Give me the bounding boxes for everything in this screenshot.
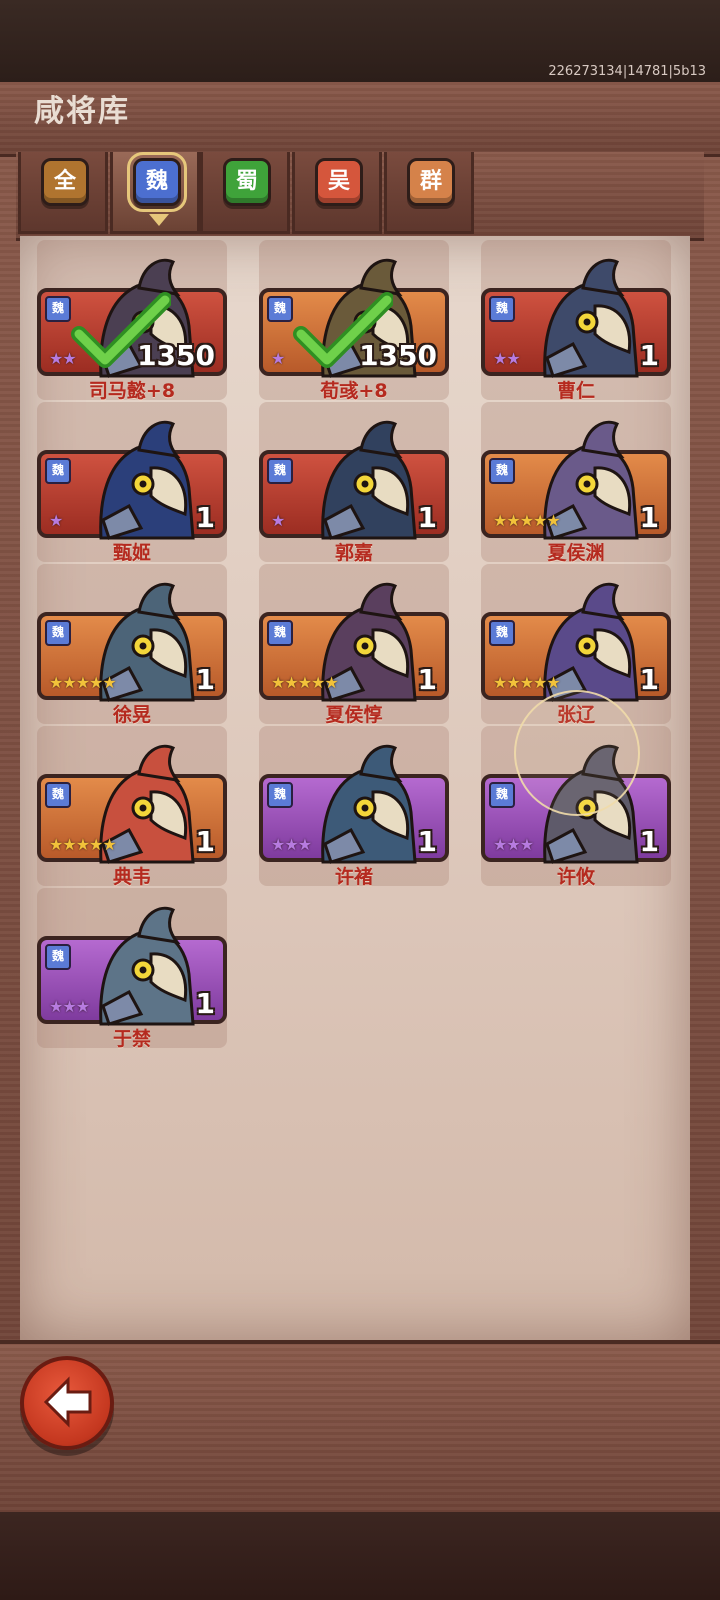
general-name: 于禁 [112, 1028, 151, 1050]
faction-tab-label: 吴 [315, 158, 363, 206]
faction-tab-label: 全 [41, 158, 89, 206]
back-arrow-icon [43, 1376, 92, 1428]
general-level: 1 [417, 501, 437, 534]
faction-badge: 魏 [45, 944, 71, 970]
general-name: 甄姬 [112, 542, 151, 564]
faction-tab-label: 群 [407, 158, 455, 206]
star-rating: ★★★★★ [493, 673, 561, 692]
star-rating: ★ [271, 511, 285, 530]
general-name: 荀彧+8 [320, 380, 388, 402]
faction-tab-1[interactable]: 魏 [110, 152, 200, 234]
faction-tab-label: 魏 [127, 152, 187, 212]
star-rating: ★★★★★ [49, 835, 117, 854]
general-level: 1 [639, 663, 659, 696]
general-card-frame: 魏 ★★★ 1 [37, 906, 227, 1026]
faction-badge: 魏 [489, 458, 515, 484]
general-portrait-icon [321, 744, 417, 864]
general-card-frame: 魏 ★★★★★ 1 [37, 582, 227, 702]
star-rating: ★★★★★ [493, 511, 561, 530]
general-card[interactable]: 魏 ★★★★★ 1 夏侯惇 [259, 564, 449, 726]
general-card[interactable]: 魏 ★★★★★ 1 典韦 [37, 726, 227, 888]
general-level: 1 [195, 987, 215, 1020]
general-name: 典韦 [112, 866, 151, 888]
general-portrait-icon [543, 258, 639, 378]
general-name: 夏侯渊 [547, 542, 605, 564]
star-rating: ★ [271, 349, 285, 368]
faction-badge: 魏 [267, 620, 293, 646]
faction-badge: 魏 [267, 458, 293, 484]
star-rating: ★★★★★ [271, 673, 339, 692]
general-card-frame: 魏 ★★★★★ 1 [481, 420, 671, 540]
general-level: 1350 [359, 339, 437, 372]
faction-badge: 魏 [489, 620, 515, 646]
general-card[interactable]: 魏 ★ 1 郭嘉 [259, 402, 449, 564]
general-level: 1 [639, 825, 659, 858]
general-card-frame: 魏 ★★ 1350 [37, 258, 227, 378]
star-rating: ★★★★★ [49, 673, 117, 692]
faction-tab-2[interactable]: 蜀 [200, 152, 290, 234]
footer-plank [0, 1340, 720, 1516]
active-tab-pointer [149, 214, 169, 226]
build-id: 226273134|14781|5b13 [548, 64, 706, 79]
general-level: 1 [195, 825, 215, 858]
general-name: 许褚 [334, 866, 373, 888]
general-name: 郭嘉 [334, 542, 373, 564]
general-name: 司马懿+8 [88, 380, 176, 402]
star-rating: ★★ [493, 349, 521, 368]
general-portrait-icon [99, 906, 195, 1026]
general-card-frame: 魏 ★★★★★ 1 [37, 744, 227, 864]
star-rating: ★★ [49, 349, 77, 368]
faction-tab-4[interactable]: 群 [384, 152, 474, 234]
faction-badge: 魏 [489, 782, 515, 808]
general-card[interactable]: 魏 ★★★★★ 1 徐晃 [37, 564, 227, 726]
general-card[interactable]: 魏 ★ 1 甄姬 [37, 402, 227, 564]
page-title: 咸将库 [34, 94, 130, 129]
general-card-frame: 魏 ★ 1350 [259, 258, 449, 378]
general-level: 1 [417, 663, 437, 696]
general-card[interactable]: 魏 ★★ 1350 司马懿+8 [37, 240, 227, 402]
bottom-edge [0, 1512, 720, 1600]
general-level: 1 [639, 501, 659, 534]
general-card-frame: 魏 ★ 1 [37, 420, 227, 540]
general-card[interactable]: 魏 ★★★ 1 许褚 [259, 726, 449, 888]
general-card-frame: 魏 ★★★ 1 [259, 744, 449, 864]
general-level: 1 [417, 825, 437, 858]
star-rating: ★★★ [271, 835, 312, 854]
faction-badge: 魏 [45, 296, 71, 322]
general-portrait-icon [321, 420, 417, 540]
star-rating: ★ [49, 511, 63, 530]
faction-badge: 魏 [267, 782, 293, 808]
general-card-frame: 魏 ★★★★★ 1 [259, 582, 449, 702]
star-rating: ★★★ [493, 835, 534, 854]
faction-badge: 魏 [45, 782, 71, 808]
general-level: 1 [195, 663, 215, 696]
general-card-frame: 魏 ★★★★★ 1 [481, 582, 671, 702]
touch-indicator [514, 690, 640, 816]
general-card-frame: 魏 ★ 1 [259, 420, 449, 540]
general-name: 曹仁 [556, 380, 595, 402]
general-name: 许攸 [556, 866, 595, 888]
faction-badge: 魏 [267, 296, 293, 322]
general-card[interactable]: 魏 ★★ 1 曹仁 [481, 240, 671, 402]
faction-badge: 魏 [45, 458, 71, 484]
general-name: 夏侯惇 [325, 704, 383, 726]
faction-tab-label: 蜀 [223, 158, 271, 206]
general-name: 徐晃 [112, 704, 151, 726]
general-level: 1350 [137, 339, 215, 372]
faction-tab-3[interactable]: 吴 [292, 152, 382, 234]
faction-badge: 魏 [489, 296, 515, 322]
general-card[interactable]: 魏 ★★★ 1 于禁 [37, 888, 227, 1050]
faction-tab-0[interactable]: 全 [18, 152, 108, 234]
general-card-frame: 魏 ★★ 1 [481, 258, 671, 378]
general-level: 1 [639, 339, 659, 372]
general-card[interactable]: 魏 ★★★★★ 1 夏侯渊 [481, 402, 671, 564]
faction-badge: 魏 [45, 620, 71, 646]
back-button[interactable] [20, 1356, 114, 1450]
star-rating: ★★★ [49, 997, 90, 1016]
general-card[interactable]: 魏 ★ 1350 荀彧+8 [259, 240, 449, 402]
general-portrait-icon [99, 420, 195, 540]
general-level: 1 [195, 501, 215, 534]
